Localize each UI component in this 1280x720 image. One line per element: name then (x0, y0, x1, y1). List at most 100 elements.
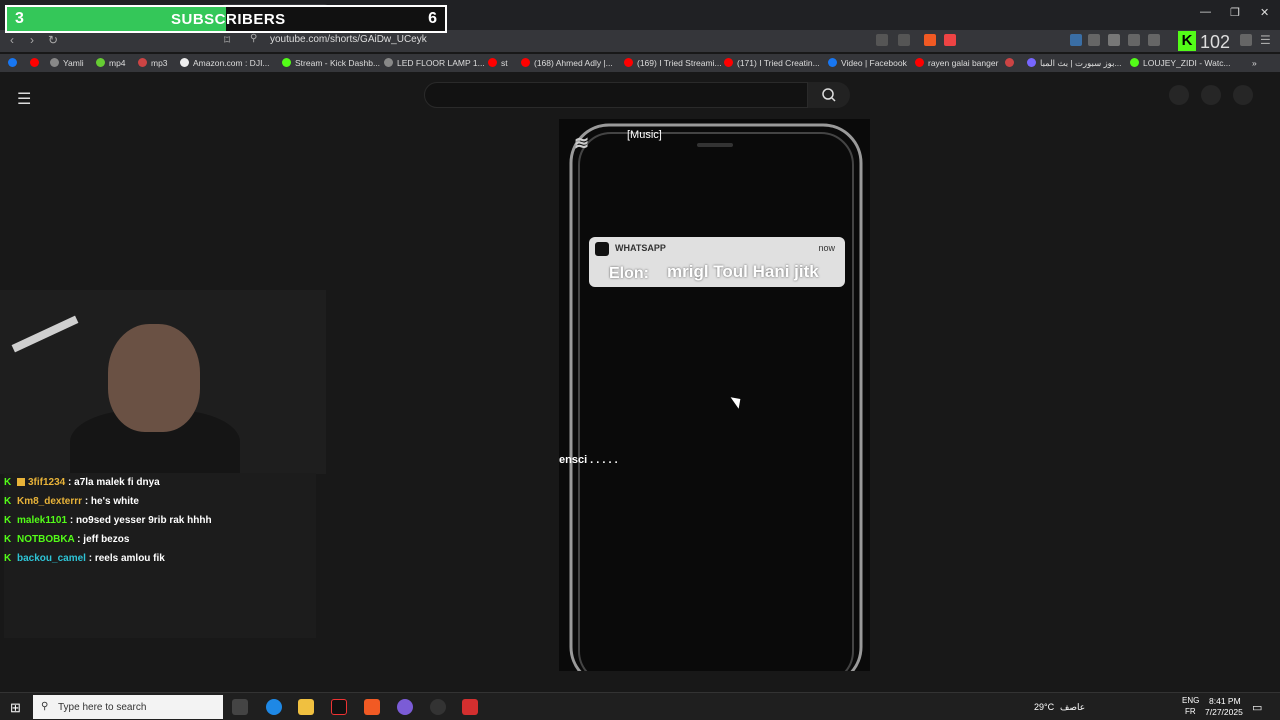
clock-date[interactable]: 7/27/2025 (1205, 707, 1243, 717)
bookmark-item[interactable]: mp4 (96, 58, 126, 68)
bookmark-label: Stream - Kick Dashb... (295, 58, 381, 68)
language-primary[interactable]: ENG (1182, 696, 1199, 705)
bookmark-item[interactable]: بوز سبورت | بث المبا... (1027, 58, 1122, 69)
taskbar-search-input[interactable]: ⚲ Type here to search (33, 695, 223, 719)
tiktok-icon[interactable] (331, 699, 347, 715)
forward-icon[interactable]: › (30, 33, 34, 47)
url-field[interactable]: youtube.com/shorts/GAiDw_UCeyk (270, 34, 427, 45)
whatsapp-notification: WHATSAPP now Elon: mrigl Toul Hani jitk (589, 237, 845, 287)
address-toolbar: ‹ › ↻ ⌑ ⚲ youtube.com/shorts/GAiDw_UCeyk… (0, 30, 1280, 52)
avatar[interactable] (1233, 85, 1253, 105)
chat-username: Km8_dexterrr (17, 496, 83, 507)
bookmark-label: LOUJEY_ZIDI - Watc... (1143, 58, 1231, 68)
kick-badge-icon: K (4, 496, 12, 507)
chat-message: K NOTBOBKA : jeff bezos (4, 534, 129, 545)
close-window-icon[interactable]: ✕ (1260, 6, 1269, 19)
bookmark-item[interactable]: Amazon.com : DJI... (180, 58, 270, 68)
bookmark-item[interactable]: (171) I Tried Creatin... (724, 58, 820, 68)
chat-message: K Km8_dexterrr : he's white (4, 496, 139, 507)
bookmark-label: (171) I Tried Creatin... (737, 58, 820, 68)
chat-message: Kmalek1101 : no9sed yesser 9rib rak hhhh (4, 515, 212, 526)
chat-text: : a7la malek fi dnya (65, 477, 160, 488)
bookmark-label: st (501, 58, 508, 68)
windows-taskbar: ⊞ ⚲ Type here to search 29°C عاصف ENG FR… (0, 692, 1280, 720)
subscriber-badge-icon (17, 478, 25, 486)
app-icon[interactable] (397, 699, 413, 715)
bookmark-item[interactable] (8, 58, 21, 68)
app-icon[interactable] (462, 699, 478, 715)
notifications-icon[interactable]: ▭ (1252, 701, 1262, 714)
puzzle-icon[interactable] (1128, 34, 1140, 46)
brave-rewards-icon[interactable] (944, 34, 956, 46)
create-icon[interactable] (1169, 85, 1189, 105)
wallet-icon[interactable] (1240, 34, 1252, 46)
task-view-icon[interactable] (232, 699, 248, 715)
edge-icon[interactable] (266, 699, 282, 715)
weather-desc[interactable]: عاصف (1060, 702, 1085, 713)
bookmarks-overflow-icon[interactable]: » (1252, 58, 1257, 68)
bookmark-icon[interactable]: ⌑ (224, 33, 230, 47)
bookmark-item[interactable] (30, 58, 43, 68)
bookmark-item[interactable]: Video | Facebook (828, 58, 907, 68)
share-icon[interactable] (898, 34, 910, 46)
windows-start-icon[interactable]: ⊞ (10, 700, 21, 716)
obs-icon[interactable] (430, 699, 446, 715)
minimize-icon[interactable]: — (1200, 6, 1211, 18)
clock-time[interactable]: 8:41 PM (1209, 696, 1241, 706)
file-explorer-icon[interactable] (298, 699, 314, 715)
search-input[interactable] (424, 82, 808, 108)
notification-sender: Elon: (609, 265, 649, 282)
bookmark-item[interactable]: mp3 (138, 58, 168, 68)
kick-badge-icon: K (4, 553, 12, 564)
bookmark-favicon-icon (1027, 58, 1036, 67)
search-button[interactable] (808, 82, 850, 108)
back-icon[interactable]: ‹ (10, 33, 14, 47)
bookmark-favicon-icon (96, 58, 105, 67)
bookmark-favicon-icon (521, 58, 530, 67)
extension-icon[interactable] (1088, 34, 1100, 46)
kick-logo: K (1178, 31, 1196, 51)
bookmark-favicon-icon (624, 58, 633, 67)
bookmark-label: Amazon.com : DJI... (193, 58, 270, 68)
bookmark-item[interactable]: rayen galai banger (915, 58, 998, 68)
youtube-page: ☰ ≋ [Music] WHATSAPP now Elon: mrigl Tou… (0, 72, 1280, 692)
notifications-icon[interactable] (1201, 85, 1221, 105)
bookmark-favicon-icon (8, 58, 17, 67)
chat-message: K 3fif1234 : a7la malek fi dnya (4, 477, 160, 488)
extension-icon[interactable] (1070, 34, 1082, 46)
subscriber-label: SUBSCRIBERS (171, 11, 286, 28)
bookmark-label: mp4 (109, 58, 126, 68)
bookmark-item[interactable]: LED FLOOR LAMP 1... (384, 58, 485, 68)
chat-username: backou_camel (17, 553, 86, 564)
notification-time: now (818, 243, 835, 253)
reload-icon[interactable]: ↻ (48, 33, 58, 47)
bookmark-favicon-icon (828, 58, 837, 67)
shorts-video-player[interactable]: ≋ [Music] WHATSAPP now Elon: mrigl Toul … (559, 119, 870, 671)
phone-outline-graphic (569, 123, 863, 671)
weather-temp[interactable]: 29°C (1034, 702, 1054, 712)
shield-icon[interactable] (1108, 34, 1120, 46)
bookmark-label: (168) Ahmed Adly |... (534, 58, 613, 68)
restore-icon[interactable]: ❐ (1230, 6, 1240, 19)
chat-text: : jeff bezos (74, 534, 130, 545)
chat-username: malek1101 (17, 515, 68, 526)
subscriber-goal: 6 (428, 10, 437, 27)
bookmark-item[interactable]: Yamli (50, 58, 84, 68)
site-info-icon[interactable]: ⚲ (250, 33, 257, 44)
bookmark-item[interactable]: st (488, 58, 508, 68)
bookmark-item[interactable]: (169) I Tried Streami... (624, 58, 722, 68)
brave-shield-icon[interactable] (924, 34, 936, 46)
bookmark-favicon-icon (488, 58, 497, 67)
hamburger-menu-icon[interactable]: ☰ (17, 89, 31, 109)
brave-icon[interactable] (364, 699, 380, 715)
bookmark-item[interactable] (1005, 58, 1018, 68)
menu-icon[interactable]: ☰ (1260, 33, 1271, 47)
cast-icon[interactable] (876, 34, 888, 46)
bookmark-label: Video | Facebook (841, 58, 907, 68)
bookmark-item[interactable]: LOUJEY_ZIDI - Watc... (1130, 58, 1231, 68)
bookmark-item[interactable]: Stream - Kick Dashb... (282, 58, 380, 68)
bookmark-item[interactable]: (168) Ahmed Adly |... (521, 58, 613, 68)
language-secondary[interactable]: FR (1185, 707, 1196, 716)
sidebar-icon[interactable] (1148, 34, 1160, 46)
bookmark-favicon-icon (30, 58, 39, 67)
